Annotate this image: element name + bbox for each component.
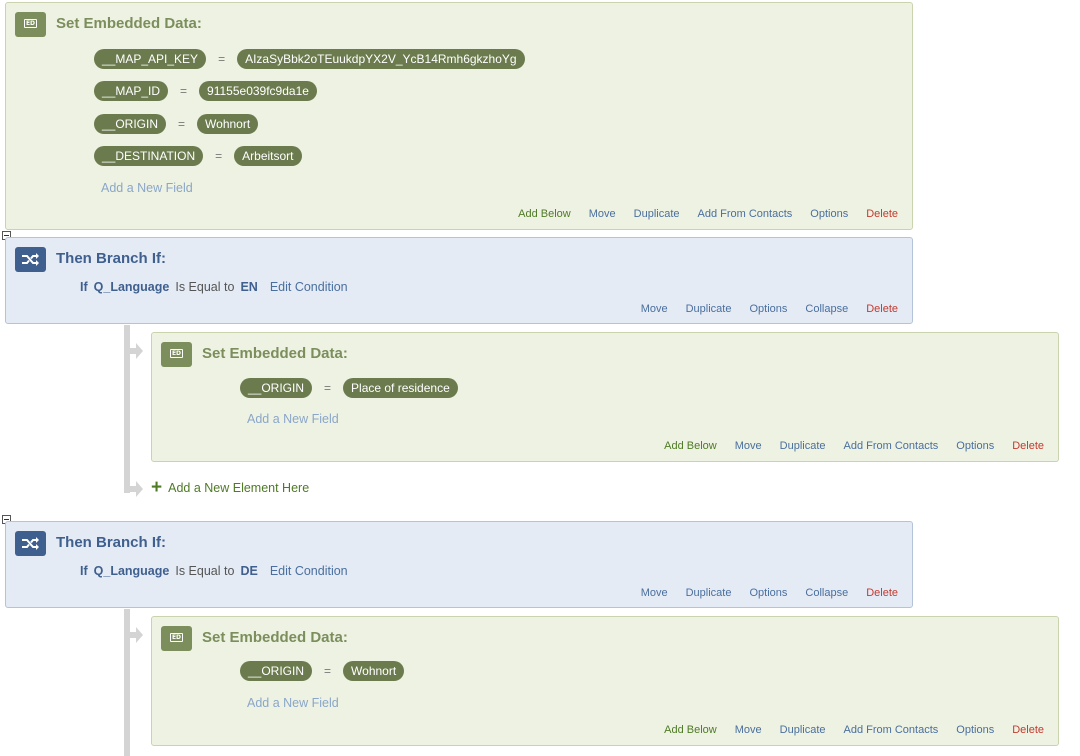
move-button[interactable]: Move [641,587,668,599]
field-name-pill[interactable]: __MAP_API_KEY [94,49,207,69]
equals-sign: = [324,381,332,395]
branch-block: Then Branch If: If Q_Language Is Equal t… [5,237,913,324]
move-button[interactable]: Move [641,303,668,315]
duplicate-button[interactable]: Duplicate [780,440,826,452]
collapse-button[interactable]: Collapse [805,587,848,599]
condition-operator: Is Equal to [175,280,235,294]
block-title: Set Embedded Data: [202,345,348,362]
block-actions: Move Duplicate Options Collapse Delete [641,303,898,315]
embedded-data-icon: ED [15,12,46,37]
equals-sign: = [178,117,186,131]
field-value-pill[interactable]: 91155e039fc9da1e [199,81,317,101]
condition-value: DE [240,564,258,578]
duplicate-button[interactable]: Duplicate [686,587,732,599]
equals-sign: = [180,84,188,98]
embedded-field-row: __MAP_ID = 91155e039fc9da1e [94,81,317,101]
connector-arrow-icon [128,481,143,497]
move-button[interactable]: Move [735,724,762,736]
block-actions: Add Below Move Duplicate Add From Contac… [664,440,1044,452]
connector-arrow-icon [128,343,143,359]
add-from-contacts-button[interactable]: Add From Contacts [698,208,793,220]
options-button[interactable]: Options [749,303,787,315]
block-title: Then Branch If: [56,534,167,551]
condition-operator: Is Equal to [175,564,235,578]
embedded-data-icon: ED [161,626,192,651]
if-keyword: If [80,280,88,294]
branch-condition: If Q_Language Is Equal to DE Edit Condit… [80,564,348,578]
move-button[interactable]: Move [589,208,616,220]
branch-icon [15,247,46,272]
duplicate-button[interactable]: Duplicate [634,208,680,220]
duplicate-button[interactable]: Duplicate [780,724,826,736]
branch-icon [15,531,46,556]
delete-button[interactable]: Delete [1012,724,1044,736]
field-name-pill[interactable]: __ORIGIN [240,661,313,681]
add-new-field-link[interactable]: Add a New Field [101,181,193,195]
edit-condition-link[interactable]: Edit Condition [270,280,348,294]
collapse-button[interactable]: Collapse [805,303,848,315]
delete-button[interactable]: Delete [866,208,898,220]
options-button[interactable]: Options [749,587,787,599]
embedded-data-block: ED Set Embedded Data: __MAP_API_KEY = AI… [5,2,913,230]
field-name-pill[interactable]: __ORIGIN [94,114,167,134]
equals-sign: = [215,149,223,163]
condition-value: EN [240,280,258,294]
embedded-field-row: __MAP_API_KEY = AIzaSyBbk2oTEuukdpYX2V_Y… [94,49,525,69]
equals-sign: = [218,52,226,66]
embedded-data-block: ED Set Embedded Data: __ORIGIN = Place o… [151,332,1059,462]
field-name-pill[interactable]: __DESTINATION [94,146,204,166]
add-new-element-label: Add a New Element Here [168,481,310,495]
embedded-field-row: __DESTINATION = Arbeitsort [94,146,302,166]
condition-question: Q_Language [93,564,170,578]
connector-arrow-icon [128,627,143,643]
plus-icon: + [151,477,163,498]
add-below-button[interactable]: Add Below [664,440,717,452]
delete-button[interactable]: Delete [866,587,898,599]
embedded-data-block: ED Set Embedded Data: __ORIGIN = Wohnort… [151,616,1059,746]
add-new-field-link[interactable]: Add a New Field [247,696,339,710]
field-value-pill[interactable]: Wohnort [197,114,259,134]
embedded-field-row: __ORIGIN = Place of residence [240,378,458,398]
delete-button[interactable]: Delete [1012,440,1044,452]
add-new-field-link[interactable]: Add a New Field [247,412,339,426]
block-actions: Add Below Move Duplicate Add From Contac… [518,208,898,220]
branch-block: Then Branch If: If Q_Language Is Equal t… [5,521,913,608]
delete-button[interactable]: Delete [866,303,898,315]
add-new-element-link[interactable]: + Add a New Element Here [151,477,310,498]
field-value-pill[interactable]: Wohnort [343,661,405,681]
field-value-pill[interactable]: Arbeitsort [234,146,302,166]
field-name-pill[interactable]: __MAP_ID [94,81,169,101]
block-title: Then Branch If: [56,250,167,267]
block-actions: Add Below Move Duplicate Add From Contac… [664,724,1044,736]
add-below-button[interactable]: Add Below [664,724,717,736]
edit-condition-link[interactable]: Edit Condition [270,564,348,578]
add-from-contacts-button[interactable]: Add From Contacts [844,440,939,452]
equals-sign: = [324,664,332,678]
field-name-pill[interactable]: __ORIGIN [240,378,313,398]
branch-condition: If Q_Language Is Equal to EN Edit Condit… [80,280,348,294]
duplicate-button[interactable]: Duplicate [686,303,732,315]
field-value-pill[interactable]: Place of residence [343,378,458,398]
if-keyword: If [80,564,88,578]
field-value-pill[interactable]: AIzaSyBbk2oTEuukdpYX2V_YcB14Rmh6gkzhoYg [237,49,525,69]
options-button[interactable]: Options [956,724,994,736]
move-button[interactable]: Move [735,440,762,452]
condition-question: Q_Language [93,280,170,294]
options-button[interactable]: Options [956,440,994,452]
block-actions: Move Duplicate Options Collapse Delete [641,587,898,599]
block-title: Set Embedded Data: [202,629,348,646]
add-from-contacts-button[interactable]: Add From Contacts [844,724,939,736]
embedded-field-row: __ORIGIN = Wohnort [94,114,259,134]
options-button[interactable]: Options [810,208,848,220]
embedded-field-row: __ORIGIN = Wohnort [240,661,405,681]
block-title: Set Embedded Data: [56,15,202,32]
add-below-button[interactable]: Add Below [518,208,571,220]
embedded-data-icon: ED [161,342,192,367]
